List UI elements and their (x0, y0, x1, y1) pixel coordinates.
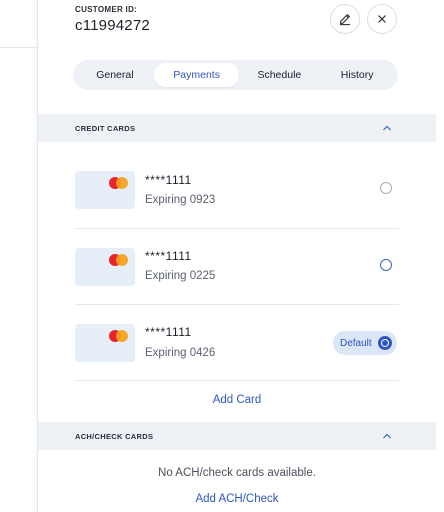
credit-cards-section-header[interactable]: CREDIT CARDS (38, 114, 436, 142)
card-number: ****1111 (145, 249, 192, 263)
mastercard-logo-icon (109, 177, 129, 189)
add-card-link[interactable]: Add Card (38, 394, 436, 406)
card-thumbnail (75, 171, 135, 209)
ach-empty-message: No ACH/check cards available. (158, 467, 316, 479)
card-expiry: Expiring 0225 (145, 270, 216, 282)
card-thumbnail (75, 324, 135, 362)
card-row[interactable]: ****1111 Expiring 0225 (75, 229, 399, 305)
close-button[interactable] (367, 4, 397, 34)
edit-button[interactable] (330, 4, 360, 34)
card-expiry: Expiring 0923 (145, 194, 216, 206)
card-thumbnail (75, 248, 135, 286)
card-expiry: Expiring 0426 (145, 347, 216, 359)
tab-schedule[interactable]: Schedule (239, 63, 319, 87)
mastercard-logo-icon (109, 330, 129, 342)
customer-detail-panel: CUSTOMER ID: c11994272 General Payments … (38, 0, 444, 512)
list-divider (0, 47, 37, 48)
chevron-up-icon[interactable] (382, 124, 392, 132)
customer-id-label: CUSTOMER ID: (75, 5, 138, 14)
section-title: CREDIT CARDS (75, 123, 136, 133)
close-icon (378, 15, 386, 23)
ach-section-header[interactable]: ACH/CHECK CARDS (38, 422, 436, 450)
card-number: ****1111 (145, 173, 192, 187)
card-row[interactable]: ****1111 Expiring 0923 (75, 153, 399, 229)
panel-edge (436, 0, 444, 512)
tab-bar: General Payments Schedule History (73, 60, 398, 90)
tab-general[interactable]: General (76, 63, 154, 87)
chevron-up-icon[interactable] (382, 432, 392, 440)
section-title: ACH/CHECK CARDS (75, 431, 154, 441)
tab-payments[interactable]: Payments (153, 63, 240, 87)
mastercard-logo-icon (109, 254, 129, 266)
default-radio[interactable] (380, 182, 392, 194)
default-toggle[interactable]: Default (333, 331, 397, 355)
pencil-icon (339, 14, 350, 26)
selected-radio-icon (378, 336, 392, 350)
default-radio[interactable] (380, 259, 392, 271)
customer-id-value: c11994272 (75, 17, 150, 34)
default-label: Default (340, 337, 372, 349)
tab-history[interactable]: History (319, 63, 395, 87)
add-ach-link[interactable]: Add ACH/Check (38, 493, 436, 505)
background-list-panel (0, 0, 38, 512)
card-number: ****1111 (145, 325, 192, 339)
